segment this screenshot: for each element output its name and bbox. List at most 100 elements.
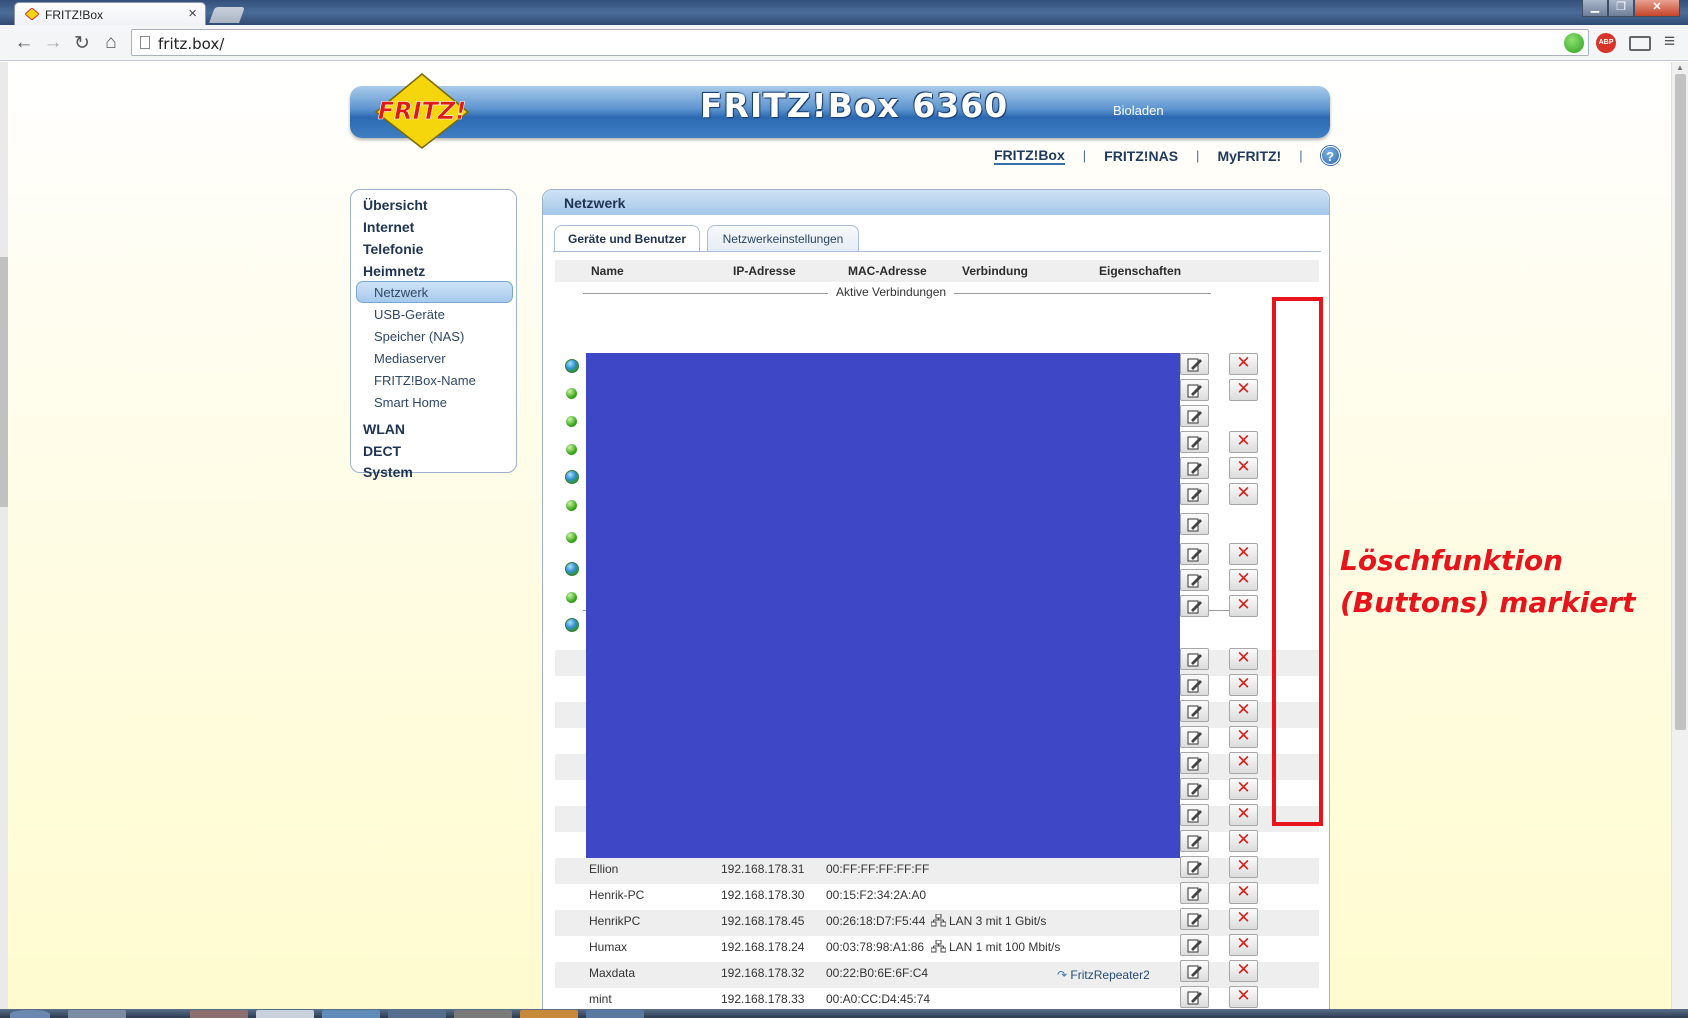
edit-button[interactable]: [1180, 804, 1209, 826]
delete-button[interactable]: ✕: [1229, 856, 1258, 878]
delete-button[interactable]: ✕: [1229, 908, 1258, 930]
cast-icon[interactable]: [1629, 36, 1651, 51]
topnav-myfritz[interactable]: MyFRITZ!: [1217, 148, 1281, 164]
browser-tab[interactable]: FRITZ!Box ×: [14, 2, 206, 25]
home-icon[interactable]: ⌂: [99, 32, 123, 54]
topnav-fritznas[interactable]: FRITZ!NAS: [1104, 148, 1178, 164]
taskbar-item[interactable]: [586, 1010, 644, 1018]
edit-button[interactable]: [1180, 457, 1209, 479]
close-window-button[interactable]: ✕: [1634, 0, 1680, 17]
col-ip[interactable]: IP-Adresse: [733, 264, 796, 278]
device-name[interactable]: HenrikPC: [589, 914, 640, 928]
edit-button[interactable]: [1180, 700, 1209, 722]
taskbar-item[interactable]: [388, 1010, 446, 1018]
edit-button[interactable]: [1180, 431, 1209, 453]
edit-button[interactable]: [1180, 856, 1209, 878]
device-name[interactable]: mint: [589, 992, 612, 1006]
delete-button[interactable]: ✕: [1229, 882, 1258, 904]
menu-item-system[interactable]: System: [363, 464, 413, 480]
col-eigenschaften[interactable]: Eigenschaften: [1099, 264, 1181, 278]
delete-button[interactable]: ✕: [1229, 726, 1258, 748]
taskbar-item[interactable]: [454, 1010, 512, 1018]
delete-button[interactable]: ✕: [1229, 752, 1258, 774]
new-tab-button[interactable]: [209, 7, 245, 23]
edit-button[interactable]: [1180, 674, 1209, 696]
browser-menu-icon[interactable]: ≡: [1664, 31, 1675, 53]
edit-button[interactable]: [1180, 908, 1209, 930]
fritz-logo[interactable]: FRITZ!: [374, 72, 470, 150]
delete-button[interactable]: ✕: [1229, 700, 1258, 722]
tab-netzwerkeinstellungen[interactable]: Netzwerkeinstellungen: [707, 225, 859, 252]
menu-sub-smart-home[interactable]: Smart Home: [374, 395, 447, 410]
device-name[interactable]: Humax: [589, 940, 627, 954]
taskbar-item[interactable]: [322, 1010, 380, 1018]
delete-button[interactable]: ✕: [1229, 674, 1258, 696]
menu-item-telefonie[interactable]: Telefonie: [363, 241, 423, 257]
help-icon[interactable]: ?: [1320, 146, 1340, 165]
col-mac[interactable]: MAC-Adresse: [848, 264, 927, 278]
scrollbar-thumb[interactable]: [1675, 74, 1686, 730]
delete-button[interactable]: ✕: [1229, 648, 1258, 670]
edit-button[interactable]: [1180, 934, 1209, 956]
menu-sub-usb[interactable]: USB-Geräte: [374, 307, 445, 322]
menu-item-dect[interactable]: DECT: [363, 443, 401, 459]
page-scrollbar[interactable]: ▲: [1671, 62, 1688, 1009]
extension-leaf-icon[interactable]: [1564, 33, 1584, 53]
start-button[interactable]: [10, 1010, 50, 1018]
edit-button[interactable]: [1180, 648, 1209, 670]
menu-item-internet[interactable]: Internet: [363, 219, 414, 235]
col-verbindung[interactable]: Verbindung: [962, 264, 1028, 278]
edit-button[interactable]: [1180, 483, 1209, 505]
minimize-button[interactable]: ▁: [1582, 0, 1608, 17]
back-icon[interactable]: ←: [12, 32, 36, 54]
delete-button[interactable]: ✕: [1229, 986, 1258, 1008]
scroll-up-icon[interactable]: ▲: [1676, 63, 1684, 72]
edit-button[interactable]: [1180, 986, 1209, 1008]
delete-button[interactable]: ✕: [1229, 353, 1258, 375]
device-name[interactable]: Henrik-PC: [589, 888, 644, 902]
delete-button[interactable]: ✕: [1229, 379, 1258, 401]
delete-button[interactable]: ✕: [1229, 457, 1258, 479]
delete-button[interactable]: ✕: [1229, 483, 1258, 505]
delete-button[interactable]: ✕: [1229, 569, 1258, 591]
delete-button[interactable]: ✕: [1229, 804, 1258, 826]
edit-button[interactable]: [1180, 543, 1209, 565]
forward-icon[interactable]: →: [41, 32, 65, 54]
url-text[interactable]: fritz.box/: [158, 35, 224, 53]
device-properties[interactable]: ↷ FritzRepeater2: [1057, 968, 1150, 982]
delete-button[interactable]: ✕: [1229, 830, 1258, 852]
edit-button[interactable]: [1180, 379, 1209, 401]
taskbar-item[interactable]: [68, 1010, 126, 1018]
topnav-fritzbox[interactable]: FRITZ!Box: [994, 147, 1065, 165]
maximize-button[interactable]: ❐: [1608, 0, 1634, 17]
edit-button[interactable]: [1180, 830, 1209, 852]
menu-item-wlan[interactable]: WLAN: [363, 421, 405, 437]
edit-button[interactable]: [1180, 726, 1209, 748]
device-name[interactable]: Ellion: [589, 862, 618, 876]
menu-sub-netzwerk[interactable]: Netzwerk: [374, 285, 428, 300]
taskbar-item[interactable]: [256, 1010, 314, 1018]
edit-button[interactable]: [1180, 569, 1209, 591]
edit-button[interactable]: [1180, 405, 1209, 427]
delete-button[interactable]: ✕: [1229, 934, 1258, 956]
adblock-icon[interactable]: ABP: [1596, 33, 1616, 53]
taskbar-item[interactable]: [190, 1010, 248, 1018]
menu-item-uebersicht[interactable]: Übersicht: [363, 197, 428, 213]
edit-button[interactable]: [1180, 778, 1209, 800]
delete-button[interactable]: ✕: [1229, 960, 1258, 982]
reload-icon[interactable]: ↻: [70, 32, 94, 55]
edit-button[interactable]: [1180, 960, 1209, 982]
delete-button[interactable]: ✕: [1229, 543, 1258, 565]
edit-button[interactable]: [1180, 513, 1209, 535]
menu-sub-mediaserver[interactable]: Mediaserver: [374, 351, 446, 366]
menu-sub-fritzbox-name[interactable]: FRITZ!Box-Name: [374, 373, 476, 388]
tab-geraete-und-benutzer[interactable]: Geräte und Benutzer: [554, 225, 700, 252]
edit-button[interactable]: [1180, 882, 1209, 904]
device-name[interactable]: Maxdata: [589, 966, 635, 980]
col-name[interactable]: Name: [591, 264, 624, 278]
edit-button[interactable]: [1180, 353, 1209, 375]
edit-button[interactable]: [1180, 752, 1209, 774]
menu-sub-speicher[interactable]: Speicher (NAS): [374, 329, 464, 344]
delete-button[interactable]: ✕: [1229, 431, 1258, 453]
delete-button[interactable]: ✕: [1229, 778, 1258, 800]
